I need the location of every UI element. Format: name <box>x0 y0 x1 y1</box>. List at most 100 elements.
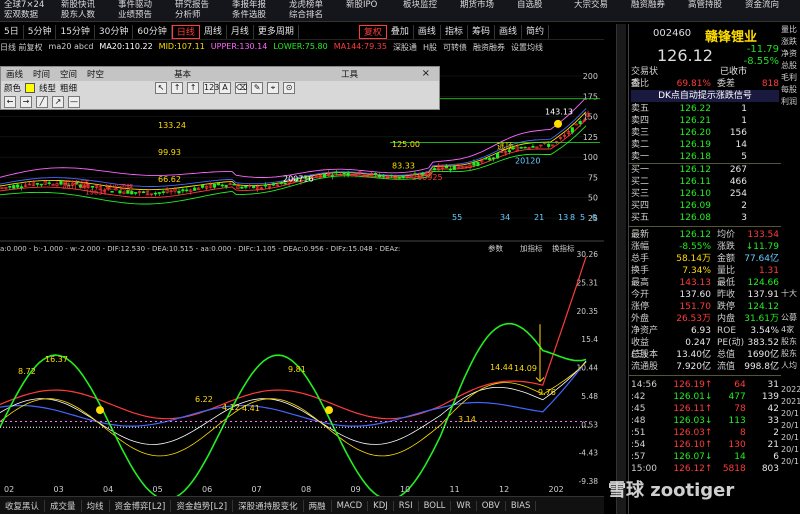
arrow-right-icon[interactable]: → <box>20 96 32 108</box>
top-menu-item[interactable]: 大宗交易 <box>570 0 627 10</box>
top-menu-item[interactable]: 宏观数据 <box>0 10 57 20</box>
candle-body <box>212 183 216 188</box>
indicator-tab[interactable]: 资金趋势[L2] <box>171 499 234 512</box>
tick-price: 126.01 <box>673 392 705 402</box>
close-icon[interactable]: × <box>417 68 435 79</box>
period-tab[interactable]: 更多周期 <box>254 24 299 39</box>
indicator-tab[interactable]: MACD <box>332 500 369 511</box>
draw-tool-icon[interactable]: A <box>219 82 232 94</box>
chart-tool-button[interactable]: 画线 <box>495 24 522 39</box>
fib-count: 21 <box>534 213 544 222</box>
top-menu-item[interactable]: 综合排名 <box>285 10 342 20</box>
indicator-tab[interactable]: BIAS <box>506 500 537 511</box>
indicator-tab[interactable]: 收复黑认 <box>0 499 46 512</box>
top-menu-item[interactable]: 事件驱动 <box>114 0 171 10</box>
top-menu-item[interactable]: 资金流向 <box>741 0 798 10</box>
period-tab[interactable]: 5分钟 <box>24 24 57 39</box>
top-menu-item[interactable]: 研究报告 <box>171 0 228 10</box>
top-menu-item[interactable]: 新股IPO <box>342 0 399 10</box>
period-tab[interactable]: 60分钟 <box>133 24 172 39</box>
horizontal-line-icon[interactable]: — <box>68 96 80 108</box>
draw-tool-icon[interactable]: ⊙ <box>283 82 296 94</box>
line-style-label[interactable]: 线型 <box>39 82 56 94</box>
panel-divider[interactable] <box>616 24 626 514</box>
tab-time[interactable]: 时间 <box>28 68 55 80</box>
draw-tool-icon[interactable]: ⌫ <box>235 82 247 94</box>
indicator-value-label: 8.72 <box>18 367 36 376</box>
chart-svg[interactable]: 20017515012510075502530.2625.3120.3515.4… <box>0 56 604 496</box>
period-tab[interactable]: 15分钟 <box>56 24 95 39</box>
period-tab[interactable]: 5日 <box>0 24 24 39</box>
draw-tool-icon[interactable]: ⌖ <box>267 82 280 94</box>
kline-chart[interactable]: 200 175 150 125 100 75 50 25 30.26 25.31 20.35 15.4… <box>0 56 604 496</box>
indicator-tab[interactable]: 均线 <box>82 499 110 512</box>
draw-tool-icon[interactable]: 123 <box>203 82 219 94</box>
tab-space[interactable]: 空间 <box>55 68 82 80</box>
indicator-tab[interactable]: BOLL <box>419 500 452 511</box>
stat-label: 流通股 <box>631 362 659 372</box>
chart-tool-button[interactable]: 画线 <box>414 24 441 39</box>
drawing-toolbar-header: 画线 时间 空间 时空 基本 工具 × <box>1 67 439 81</box>
color-swatch[interactable] <box>25 83 36 93</box>
line-width-label[interactable]: 粗细 <box>60 82 77 94</box>
top-menu-item[interactable]: 板块监控 <box>399 0 456 10</box>
chart-tool-button[interactable]: 叠加 <box>387 24 414 39</box>
top-menu-item[interactable]: 期货市场 <box>456 0 513 10</box>
candle-body <box>39 183 43 186</box>
ray-line-icon[interactable]: ↗ <box>52 96 64 108</box>
top-menu-item[interactable]: 季报年报 <box>228 0 285 10</box>
ma-legend-item: MA144:79.35 <box>333 42 387 51</box>
draw-tool-icon[interactable]: ↖ <box>155 82 168 94</box>
draw-tool-icon[interactable]: ↑ <box>171 82 184 94</box>
smiley-icon <box>96 406 104 415</box>
chart-tool-button[interactable]: 筹码 <box>468 24 495 39</box>
indicator-tab[interactable]: 两融 <box>304 499 332 512</box>
trend-line-icon[interactable]: ╱ <box>36 96 48 108</box>
truncated-label: 20/1 <box>781 457 799 466</box>
indicator-tab[interactable]: WR <box>451 500 477 511</box>
period-tab[interactable]: 月线 <box>227 24 254 39</box>
chart-tool-button[interactable]: 简约 <box>522 24 549 39</box>
chart-tool-button[interactable]: 复权 <box>358 24 387 39</box>
indicator-tab[interactable]: OBV <box>477 500 506 511</box>
top-menu-item[interactable]: 业绩预告 <box>114 10 171 20</box>
stat-label: 换手 <box>631 266 650 276</box>
candle-body <box>193 187 197 191</box>
watermark: 雪球 zootiger <box>608 480 735 501</box>
draw-tool-icon[interactable]: ✎ <box>251 82 264 94</box>
top-menu-item[interactable]: 高管持股 <box>684 0 741 10</box>
top-menu-item[interactable]: 分析师 <box>171 10 228 20</box>
period-tab[interactable]: 日线 <box>171 24 200 39</box>
top-menu-item[interactable]: 融资融券 <box>627 0 684 10</box>
tab-timespace[interactable]: 时空 <box>82 68 109 80</box>
top-menu-item[interactable]: 龙虎榜单 <box>285 0 342 10</box>
indicator-tab[interactable]: RSI <box>394 500 419 511</box>
top-menu-item[interactable]: 新股快讯 <box>57 0 114 10</box>
period-tab[interactable]: 30分钟 <box>95 24 134 39</box>
candle-body <box>153 192 157 195</box>
indicator-tab[interactable]: 资金博弈[L2] <box>110 499 172 512</box>
ma-legend-item: MID:107.11 <box>158 42 205 51</box>
truncated-label: 涨跌 <box>781 37 797 46</box>
indicator-tab[interactable]: 成交量 <box>45 499 82 512</box>
period-tab[interactable]: 周线 <box>200 24 227 39</box>
stat-value-2: 133.54 <box>747 230 780 240</box>
arrow-left-icon[interactable]: ← <box>4 96 16 108</box>
chart-tool-button[interactable]: 指标 <box>441 24 468 39</box>
draw-tool-icon[interactable]: ↑ <box>187 82 200 94</box>
stat-label: 总股本 <box>631 350 659 360</box>
indicator-tab[interactable]: KDJ <box>368 500 394 511</box>
tab-draw[interactable]: 画线 <box>1 68 28 80</box>
candle-body <box>8 186 12 188</box>
ma-legend-item: UPPER:130.14 <box>210 42 268 51</box>
book-label: 卖五 <box>631 104 650 114</box>
order-book-row: 卖一 126.18 5 <box>631 151 779 163</box>
top-menu-item[interactable]: 股东人数 <box>57 10 114 20</box>
indicator-tab[interactable]: 深股通持股变化 <box>233 499 304 512</box>
truncated-label: 利润 <box>781 97 797 106</box>
drawing-toolbar[interactable]: 画线 时间 空间 时空 基本 工具 × 颜色 线型 粗细 ↖ ↑ ↑ 123 A ⌫ ✎ ⌖ ⊙ ← … <box>0 66 440 110</box>
tick-direction: ↑ <box>704 464 713 474</box>
top-menu-item[interactable]: 条件选股 <box>228 10 285 20</box>
top-menu-item[interactable]: 自选股 <box>513 0 570 10</box>
top-menu-item[interactable]: 全球7×24 <box>0 0 57 10</box>
